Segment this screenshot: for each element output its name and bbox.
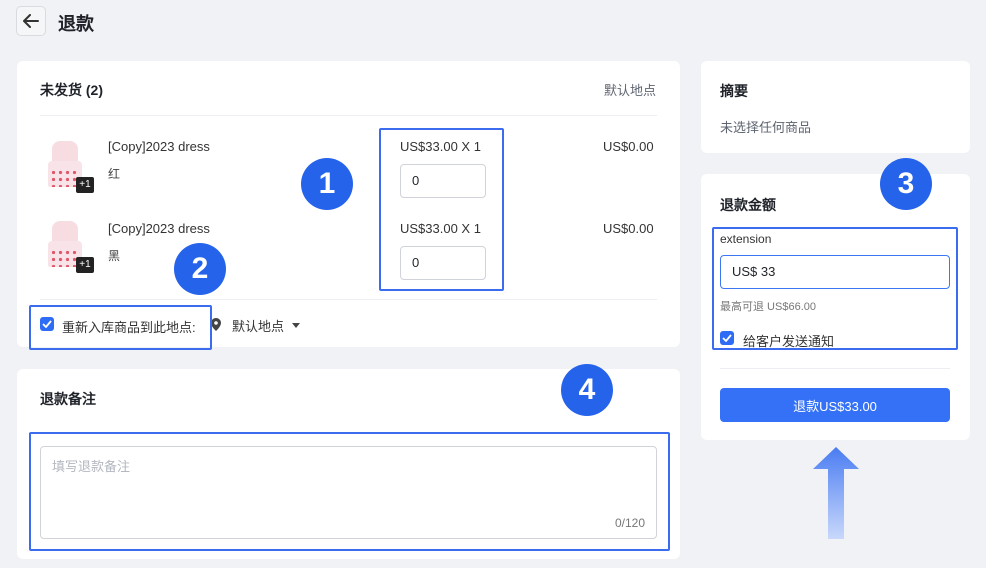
restock-location-select[interactable]: 默认地点 bbox=[232, 316, 301, 335]
refund-amount-input[interactable]: US$ 33 bbox=[720, 255, 950, 289]
summary-title: 摘要 bbox=[720, 83, 748, 99]
note-placeholder: 填写退款备注 bbox=[52, 459, 131, 474]
product-name: [Copy]2023 dress bbox=[108, 139, 210, 154]
divider bbox=[40, 299, 657, 300]
restock-location-value: 默认地点 bbox=[232, 319, 285, 334]
step-marker-3: 3 bbox=[880, 158, 932, 210]
more-images-badge: +1 bbox=[76, 257, 94, 273]
arrow-up-icon bbox=[813, 447, 859, 539]
summary-card bbox=[701, 61, 970, 153]
refund-submit-button[interactable]: 退款US$33.00 bbox=[720, 388, 950, 422]
step-marker-1: 1 bbox=[301, 158, 353, 210]
page-title: 退款 bbox=[58, 14, 94, 34]
refund-qty-input[interactable]: 0 bbox=[400, 164, 486, 198]
unshipped-card bbox=[17, 61, 680, 347]
max-refund-hint: 最高可退 US$66.00 bbox=[720, 301, 816, 313]
refund-method-label: extension bbox=[720, 232, 772, 246]
item-total: US$0.00 bbox=[603, 139, 654, 154]
restock-label: 重新入库商品到此地点: bbox=[62, 320, 196, 335]
notify-label: 给客户发送通知 bbox=[743, 334, 835, 349]
unshipped-title: 未发货 (2) bbox=[40, 82, 103, 98]
restock-checkbox[interactable] bbox=[40, 317, 54, 331]
refund-title: 退款金额 bbox=[720, 197, 776, 213]
more-images-badge: +1 bbox=[76, 177, 94, 193]
step-marker-4: 4 bbox=[561, 364, 613, 416]
summary-text: 未选择任何商品 bbox=[720, 120, 812, 135]
location-label: 默认地点 bbox=[604, 83, 657, 98]
product-variant: 红 bbox=[108, 167, 121, 181]
notes-title: 退款备注 bbox=[40, 391, 96, 407]
arrow-left-icon bbox=[23, 14, 39, 28]
price-qty: US$33.00 X 1 bbox=[400, 139, 481, 154]
check-icon bbox=[722, 334, 732, 342]
refund-qty-input[interactable]: 0 bbox=[400, 246, 486, 280]
product-image: +1 bbox=[44, 219, 94, 273]
product-image: +1 bbox=[44, 139, 94, 193]
item-total: US$0.00 bbox=[603, 221, 654, 236]
refund-note-textarea[interactable]: 填写退款备注 0/120 bbox=[40, 446, 657, 539]
check-icon bbox=[42, 320, 52, 328]
step-marker-2: 2 bbox=[174, 243, 226, 295]
divider bbox=[720, 368, 950, 369]
product-name: [Copy]2023 dress bbox=[108, 221, 210, 236]
char-counter: 0/120 bbox=[614, 516, 645, 530]
price-qty: US$33.00 X 1 bbox=[400, 221, 481, 236]
back-button[interactable] bbox=[16, 6, 46, 36]
notify-checkbox[interactable] bbox=[720, 331, 734, 345]
product-variant: 黑 bbox=[108, 249, 121, 263]
caret-down-icon bbox=[292, 323, 301, 328]
location-pin-icon bbox=[211, 318, 221, 331]
divider bbox=[40, 115, 657, 116]
